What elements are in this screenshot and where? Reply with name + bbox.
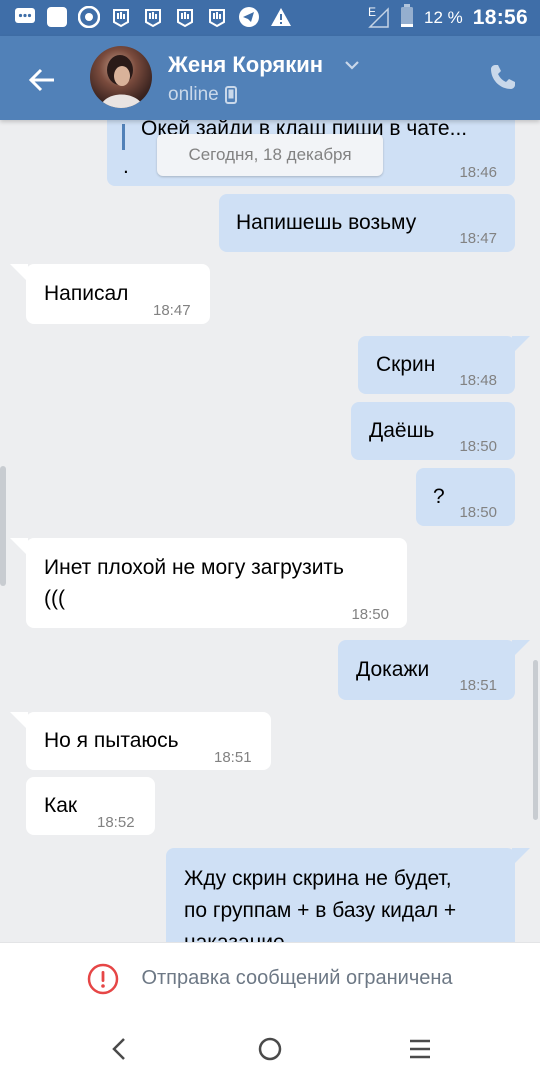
chevron-left-icon [112, 1038, 125, 1060]
mobile-icon [224, 86, 237, 104]
online-status: online [168, 84, 219, 105]
chrome-icon [78, 6, 100, 28]
message-text: Как [44, 794, 78, 817]
hand-notification-icon [110, 6, 132, 28]
message-text-line-3: наказание [184, 928, 285, 942]
status-right: E 12 % 18:56 [368, 0, 528, 36]
message-text: Скрин [376, 353, 436, 376]
message-bubble-outgoing[interactable]: Напишешь возьму 18:47 [219, 194, 515, 252]
back-button[interactable] [20, 58, 64, 102]
system-nav-bar [0, 1014, 540, 1080]
message-time: 18:47 [153, 302, 191, 319]
hand-notification-icon [174, 6, 196, 28]
telegram-icon [238, 6, 260, 28]
message-text: Даёшь [369, 419, 435, 442]
chat-header: Женя Корякин online [0, 36, 540, 120]
message-bubble-outgoing[interactable]: ? 18:50 [416, 468, 515, 526]
chat-notification-icon [14, 6, 36, 28]
message-time: 18:47 [459, 230, 497, 247]
chevron-down-icon[interactable] [343, 56, 361, 74]
message-text-line-2: ((( [44, 587, 65, 610]
message-time: 18:50 [459, 504, 497, 521]
message-time: 18:52 [97, 814, 135, 831]
clock: 18:56 [472, 6, 528, 29]
message-text-line-1: Жду скрин скрина не будет, [184, 867, 452, 890]
nav-home-button[interactable] [253, 1032, 287, 1066]
contact-name[interactable]: Женя Корякин [168, 52, 323, 78]
battery-percent: 12 % [424, 8, 463, 27]
message-time: 18:48 [459, 372, 497, 389]
message-text: Написал [44, 282, 129, 305]
nav-back-button[interactable] [102, 1032, 136, 1066]
message-text: Докажи [356, 658, 430, 681]
date-separator: Сегодня, 18 декабря [157, 134, 383, 176]
contact-status: online [168, 84, 237, 106]
message-time: 18:51 [459, 677, 497, 694]
nav-menu-button[interactable] [403, 1032, 437, 1066]
scroll-indicator[interactable] [0, 466, 6, 586]
message-text-line-1: Инет плохой не могу загрузить [44, 556, 344, 579]
scrollbar[interactable] [533, 660, 538, 820]
message-text: Но я пытаюсь [44, 729, 179, 752]
hand-notification-icon [142, 6, 164, 28]
message-text: Напишешь возьму [236, 211, 417, 234]
message-bubble-outgoing[interactable]: Докажи 18:51 [338, 640, 515, 700]
message-text-line-2: по группам + в базу кидал + [184, 899, 457, 922]
message-time: 18:46 [459, 164, 497, 181]
message-bubble-incoming[interactable]: Но я пытаюсь 18:51 [26, 712, 271, 770]
message-bubble-incoming[interactable]: Инет плохой не могу загрузить ((( 18:50 [26, 538, 407, 628]
notification-icons [14, 6, 292, 28]
network-type: E [368, 5, 377, 19]
message-text: . [123, 155, 129, 178]
phone-icon [491, 65, 515, 89]
message-bubble-outgoing[interactable]: Даёшь 18:50 [351, 402, 515, 460]
message-time: 18:50 [459, 438, 497, 455]
message-time: 18:50 [351, 606, 389, 623]
message-time: 18:51 [214, 749, 252, 766]
message-bubble-outgoing[interactable]: Жду скрин скрина не будет, по группам + … [166, 848, 515, 942]
warning-icon [270, 6, 292, 28]
menu-icon [410, 1039, 430, 1059]
message-list[interactable]: Окей зайди в клаш пиши в чате... . 18:46… [0, 120, 540, 942]
status-bar: E 12 % 18:56 [0, 0, 540, 36]
restricted-text: Отправка сообщений ограничена [141, 967, 453, 989]
message-bubble-outgoing[interactable]: Скрин 18:48 [358, 336, 515, 394]
quote-bar [122, 124, 125, 150]
message-text: ? [433, 485, 445, 508]
call-button[interactable] [488, 62, 520, 94]
arrow-left-icon [28, 68, 54, 92]
network-icon: E [368, 5, 390, 29]
alert-circle-icon [88, 963, 119, 994]
app-notification-icon [46, 6, 68, 28]
circle-icon [258, 1037, 282, 1061]
messaging-restricted-bar: Отправка сообщений ограничена [0, 942, 540, 1014]
message-bubble-incoming[interactable]: Как 18:52 [26, 777, 155, 835]
battery-icon [400, 3, 414, 33]
avatar[interactable] [90, 46, 152, 108]
hand-notification-icon [206, 6, 228, 28]
message-bubble-incoming[interactable]: Написал 18:47 [26, 264, 210, 324]
